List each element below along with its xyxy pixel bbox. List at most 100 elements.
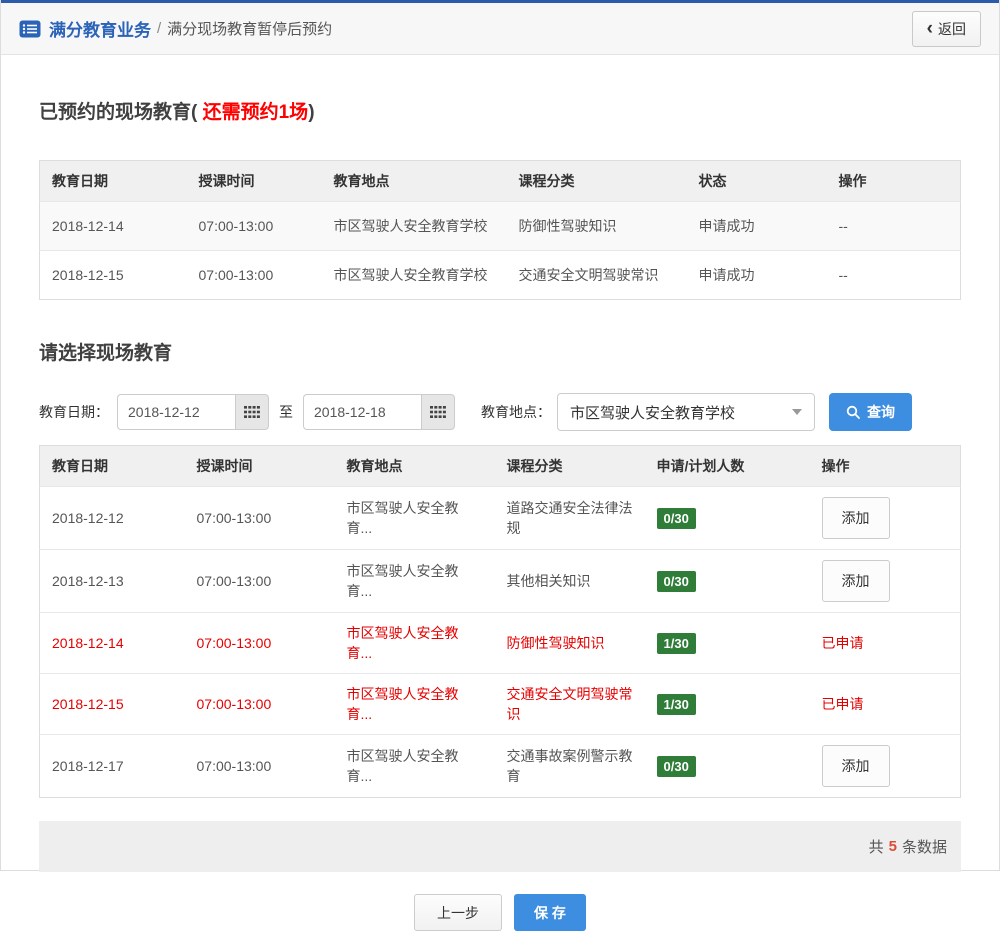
date-to-input[interactable] [303,394,421,430]
cell-date: 2018-12-17 [39,734,185,798]
cell-date: 2018-12-14 [39,612,185,674]
schedule-table: 教育日期 授课时间 教育地点 课程分类 申请/计划人数 操作 2018-12-1… [39,445,961,798]
cell-status: 申请成功 [686,250,827,300]
column-header: 课程分类 [506,160,687,202]
cell-action: 添加 [809,549,961,613]
cell-time: 07:00-13:00 [184,486,335,550]
quota-badge: 0/30 [656,755,696,777]
cell-quota: 0/30 [644,549,810,613]
column-header: 授课时间 [184,445,335,487]
cell-category: 其他相关知识 [494,549,645,613]
location-select[interactable]: 市区驾驶人安全教育学校 [557,393,815,431]
calendar-icon[interactable] [421,394,455,430]
location-select-value: 市区驾驶人安全教育学校 [570,404,736,422]
add-button[interactable]: 添加 [821,745,890,787]
cell-location: 市区驾驶人安全教育... [334,486,495,550]
breadcrumb-section-link[interactable]: 满分教育业务 [49,16,151,41]
total-count-value: 5 [888,838,897,855]
cell-action: 已申请 [809,612,961,674]
quota-badge: 0/30 [656,507,696,529]
search-button-label: 查询 [867,404,895,420]
save-button[interactable]: 保 存 [514,894,586,931]
cell-action: -- [826,250,961,300]
table-row: 2018-12-15 07:00-13:00 市区驾驶人安全教育... 交通安全… [39,673,961,735]
column-header: 状态 [686,160,827,202]
cell-location: 市区驾驶人安全教育学校 [321,201,507,251]
date-range-to-label: 至 [279,404,293,420]
column-header: 教育日期 [39,160,187,202]
cell-location: 市区驾驶人安全教育... [334,734,495,798]
quota-badge: 1/30 [656,632,696,654]
cell-location: 市区驾驶人安全教育... [334,673,495,735]
menu-list-icon [19,20,41,38]
cell-action: 已申请 [809,673,961,735]
cell-time: 07:00-13:00 [184,549,335,613]
bottom-actions: 上一步 保 存 [39,894,961,931]
cell-time: 07:00-13:00 [186,250,322,300]
search-button[interactable]: 查询 [829,393,912,431]
cell-date: 2018-12-14 [39,201,187,251]
calendar-icon[interactable] [235,394,269,430]
previous-step-button[interactable]: 上一步 [414,894,503,931]
column-header: 操作 [809,445,961,487]
location-filter-label: 教育地点： [481,404,551,420]
main-content: 已预约的现场教育( 还需预约1场) 教育日期 授课时间 教育地点 课程分类 状态… [1,97,999,931]
booked-title-suffix: ) [308,102,315,123]
chevron-down-icon [792,409,802,415]
breadcrumb-bar: 满分教育业务 / 满分现场教育暂停后预约 ‹ 返回 [1,3,999,55]
page: 满分教育业务 / 满分现场教育暂停后预约 ‹ 返回 已预约的现场教育( 还需预约… [0,0,1000,931]
column-header: 教育日期 [39,445,185,487]
cell-action: 添加 [809,486,961,550]
column-header: 教育地点 [334,445,495,487]
total-count-suffix: 条数据 [901,839,947,856]
back-button-label: 返回 [938,20,966,37]
column-header: 课程分类 [494,445,645,487]
breadcrumb-current-page: 满分现场教育暂停后预约 [167,21,333,38]
cell-date: 2018-12-15 [39,673,185,735]
quota-badge: 1/30 [656,693,696,715]
cell-action: -- [826,201,961,251]
cell-category: 交通安全文明驾驶常识 [494,673,645,735]
cell-quota: 1/30 [644,673,810,735]
cell-category: 防御性驾驶知识 [494,612,645,674]
date-filter-label: 教育日期： [39,404,109,420]
add-button[interactable]: 添加 [821,497,890,539]
cell-quota: 0/30 [644,734,810,798]
cell-time: 07:00-13:00 [184,673,335,735]
date-from-input[interactable] [117,394,235,430]
quota-badge: 0/30 [656,570,696,592]
cell-time: 07:00-13:00 [186,201,322,251]
breadcrumb-separator: / [157,20,162,37]
column-header: 操作 [826,160,961,202]
cell-time: 07:00-13:00 [184,612,335,674]
table-row: 2018-12-12 07:00-13:00 市区驾驶人安全教育... 道路交通… [39,486,961,550]
cell-quota: 0/30 [644,486,810,550]
booked-title-prefix: 已预约的现场教育( [39,102,198,123]
total-count-prefix: 共 [868,839,884,856]
cell-category: 防御性驾驶知识 [506,201,687,251]
cell-date: 2018-12-12 [39,486,185,550]
column-header: 申请/计划人数 [644,445,810,487]
cell-location: 市区驾驶人安全教育... [334,612,495,674]
table-row: 2018-12-13 07:00-13:00 市区驾驶人安全教育... 其他相关… [39,549,961,613]
column-header: 教育地点 [321,160,507,202]
chevron-left-icon: ‹ [926,17,933,39]
cell-date: 2018-12-15 [39,250,187,300]
column-header: 授课时间 [186,160,322,202]
cell-category: 交通事故案例警示教育 [494,734,645,798]
date-from-group [117,394,269,430]
cell-category: 道路交通安全法律法规 [494,486,645,550]
table-row: 2018-12-14 07:00-13:00 市区驾驶人安全教育学校 防御性驾驶… [39,201,961,251]
table-row: 2018-12-15 07:00-13:00 市区驾驶人安全教育学校 交通安全文… [39,250,961,300]
table-footer: 共 5 条数据 [39,821,961,872]
search-icon [846,405,860,419]
cell-quota: 1/30 [644,612,810,674]
filter-bar: 教育日期： 至 教育地点： 市区驾驶人安全教育学校 [39,393,961,431]
date-to-group [303,394,455,430]
add-button[interactable]: 添加 [821,560,890,602]
applied-status-text: 已申请 [821,635,864,651]
back-button[interactable]: ‹ 返回 [911,10,981,47]
cell-time: 07:00-13:00 [184,734,335,798]
cell-location: 市区驾驶人安全教育... [334,549,495,613]
booked-title-highlight: 还需预约1场 [197,102,309,123]
